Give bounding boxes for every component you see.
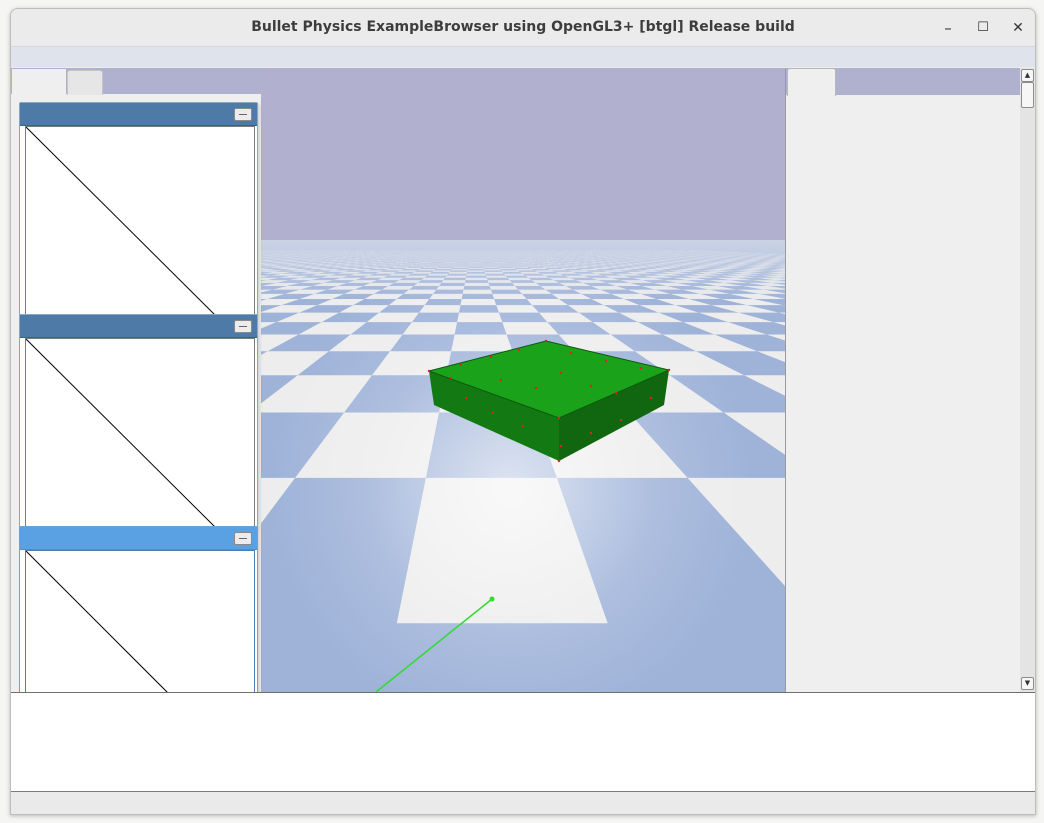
contact-point bbox=[534, 386, 538, 390]
light-glow bbox=[261, 240, 786, 692]
contact-point bbox=[667, 368, 671, 372]
plot-canvas bbox=[25, 126, 255, 317]
plot-window-2[interactable] bbox=[19, 314, 258, 529]
diagonal-line bbox=[26, 339, 217, 528]
horizon-haze bbox=[261, 240, 786, 300]
scroll-down-button[interactable]: ▼ bbox=[1021, 677, 1034, 690]
contact-point bbox=[649, 396, 653, 400]
contact-point bbox=[619, 418, 623, 422]
contact-point bbox=[489, 355, 493, 359]
plot-canvas bbox=[25, 338, 255, 529]
contact-point bbox=[427, 369, 431, 373]
contact-point bbox=[604, 359, 608, 363]
window-title: Bullet Physics ExampleBrowser using Open… bbox=[251, 19, 795, 35]
contact-point bbox=[499, 378, 503, 382]
left-tab-1[interactable] bbox=[12, 69, 66, 94]
contact-point bbox=[464, 396, 468, 400]
sky bbox=[261, 68, 786, 243]
vertical-scrollbar[interactable]: ▲ ▼ bbox=[1020, 68, 1035, 692]
3d-viewport[interactable] bbox=[261, 68, 786, 692]
contact-point bbox=[559, 371, 563, 375]
contact-point bbox=[589, 384, 593, 388]
plot-window-title-bar[interactable] bbox=[20, 527, 257, 550]
contact-point bbox=[491, 411, 495, 415]
plot-window-title-bar[interactable] bbox=[20, 315, 257, 338]
left-tab-2[interactable] bbox=[67, 70, 103, 95]
plot-window-minimize-button[interactable] bbox=[234, 108, 252, 121]
title-bar[interactable]: Bullet Physics ExampleBrowser using Open… bbox=[11, 9, 1035, 47]
status-bar bbox=[11, 791, 1035, 814]
contact-point bbox=[639, 366, 643, 370]
contact-point bbox=[569, 351, 573, 355]
menu-bar[interactable] bbox=[11, 47, 1035, 67]
plot-window-minimize-button[interactable] bbox=[234, 532, 252, 545]
contact-point bbox=[559, 444, 563, 448]
contact-point bbox=[517, 348, 521, 352]
contact-point bbox=[614, 391, 618, 395]
origin-marker bbox=[489, 596, 495, 602]
contact-point bbox=[557, 416, 561, 420]
plot-window-title-bar[interactable] bbox=[20, 103, 257, 126]
right-parameter-panel bbox=[785, 68, 1021, 692]
app-window: Bullet Physics ExampleBrowser using Open… bbox=[10, 8, 1036, 815]
close-button[interactable]: ✕ bbox=[1007, 17, 1029, 39]
console-output[interactable] bbox=[11, 692, 1035, 791]
contact-point bbox=[544, 339, 548, 343]
plot-window-1[interactable] bbox=[19, 102, 258, 317]
diagonal-line bbox=[26, 127, 217, 316]
contact-point bbox=[449, 376, 453, 380]
contact-point bbox=[459, 363, 463, 367]
maximize-button[interactable]: ☐ bbox=[972, 17, 994, 39]
contact-point bbox=[521, 424, 525, 428]
right-tab-1[interactable] bbox=[787, 68, 836, 96]
contact-point bbox=[557, 459, 561, 463]
scroll-thumb[interactable] bbox=[1021, 82, 1034, 108]
scroll-up-button[interactable]: ▲ bbox=[1021, 69, 1034, 82]
minimize-button[interactable]: – bbox=[937, 17, 959, 39]
plot-window-minimize-button[interactable] bbox=[234, 320, 252, 333]
contact-point bbox=[589, 431, 593, 435]
